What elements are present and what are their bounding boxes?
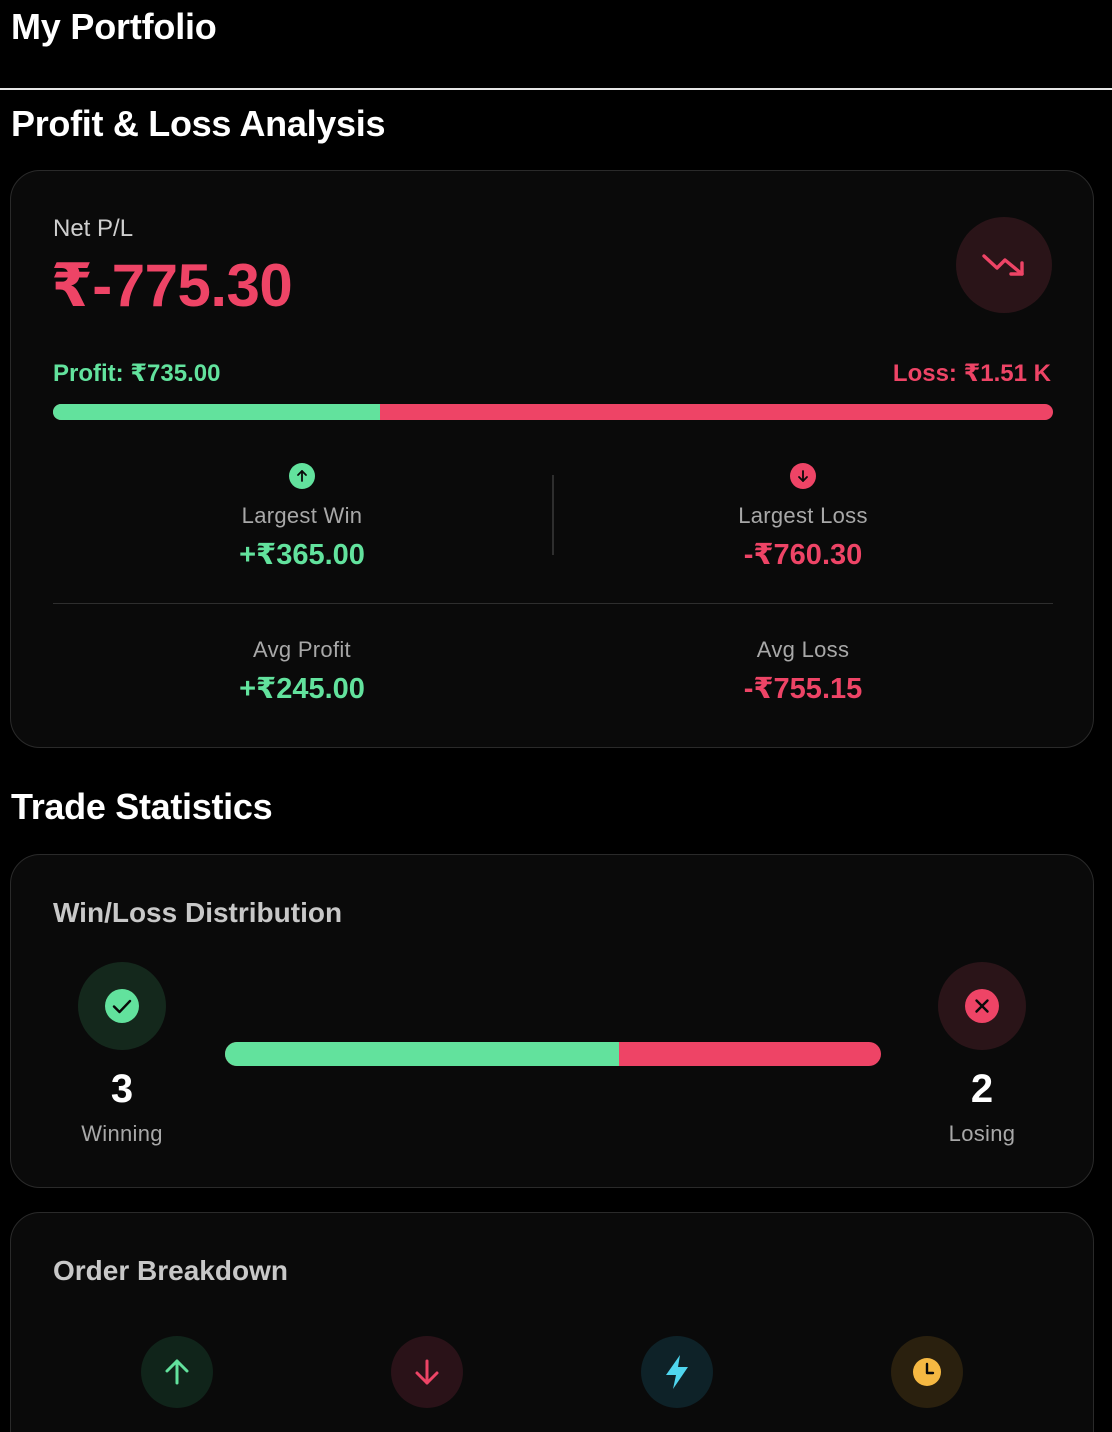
avg-profit-value: +₹245.00 bbox=[239, 673, 365, 705]
page-title: My Portfolio bbox=[11, 6, 217, 47]
winning-count: 3 bbox=[110, 1067, 134, 1111]
x-circle-icon bbox=[938, 962, 1026, 1050]
arrow-down-circle-icon bbox=[790, 463, 816, 489]
winning-label: Winning bbox=[81, 1121, 163, 1146]
pl-section-title: Profit & Loss Analysis bbox=[11, 103, 386, 144]
avg-loss-label: Avg Loss bbox=[756, 637, 850, 662]
largest-win-value: +₹365.00 bbox=[239, 539, 365, 571]
order-breakdown-title: Order Breakdown bbox=[53, 1255, 288, 1286]
stat-divider-horizontal bbox=[53, 603, 1053, 604]
trade-stats-section-title: Trade Statistics bbox=[11, 786, 273, 827]
avg-loss-stat: Avg Loss -₹755.15 bbox=[553, 637, 1053, 717]
lightning-icon bbox=[641, 1336, 713, 1408]
profit-total-label: Profit: ₹735.00 bbox=[53, 360, 221, 387]
win-loss-card: Win/Loss Distribution 3 Winning 2 Losing bbox=[10, 854, 1094, 1188]
net-pl-label: Net P/L bbox=[53, 215, 134, 242]
largest-win-label: Largest Win bbox=[241, 503, 363, 528]
loss-total-label: Loss: ₹1.51 K bbox=[892, 360, 1051, 387]
arrow-up-icon bbox=[141, 1336, 213, 1408]
profit-ratio-fill bbox=[53, 404, 380, 420]
avg-loss-value: -₹755.15 bbox=[743, 673, 863, 705]
net-pl-value: ₹-775.30 bbox=[51, 252, 293, 319]
largest-loss-value: -₹760.30 bbox=[743, 539, 863, 571]
arrow-up-circle-icon bbox=[289, 463, 315, 489]
profit-loss-ratio-bar bbox=[53, 404, 1053, 420]
order-breakdown-card: Order Breakdown bbox=[10, 1212, 1094, 1432]
app-header: My Portfolio bbox=[0, 0, 1112, 90]
pl-card: Net P/L ₹-775.30 Profit: ₹735.00 Loss: ₹… bbox=[10, 170, 1094, 748]
win-loss-ratio-bar bbox=[225, 1042, 881, 1066]
clock-icon bbox=[891, 1336, 963, 1408]
largest-loss-stat: Largest Loss -₹760.30 bbox=[553, 461, 1053, 571]
largest-win-stat: Largest Win +₹365.00 bbox=[52, 461, 552, 571]
arrow-down-icon bbox=[391, 1336, 463, 1408]
avg-profit-stat: Avg Profit +₹245.00 bbox=[52, 637, 552, 717]
trending-down-icon bbox=[956, 217, 1052, 313]
losing-label: Losing bbox=[948, 1121, 1016, 1146]
win-loss-title: Win/Loss Distribution bbox=[53, 897, 343, 928]
losing-count: 2 bbox=[970, 1067, 994, 1111]
check-circle-icon bbox=[78, 962, 166, 1050]
win-ratio-fill bbox=[225, 1042, 619, 1066]
avg-profit-label: Avg Profit bbox=[253, 637, 351, 662]
largest-loss-label: Largest Loss bbox=[738, 503, 868, 528]
portfolio-screen: My Portfolio Profit & Loss Analysis Net … bbox=[0, 0, 1112, 1432]
